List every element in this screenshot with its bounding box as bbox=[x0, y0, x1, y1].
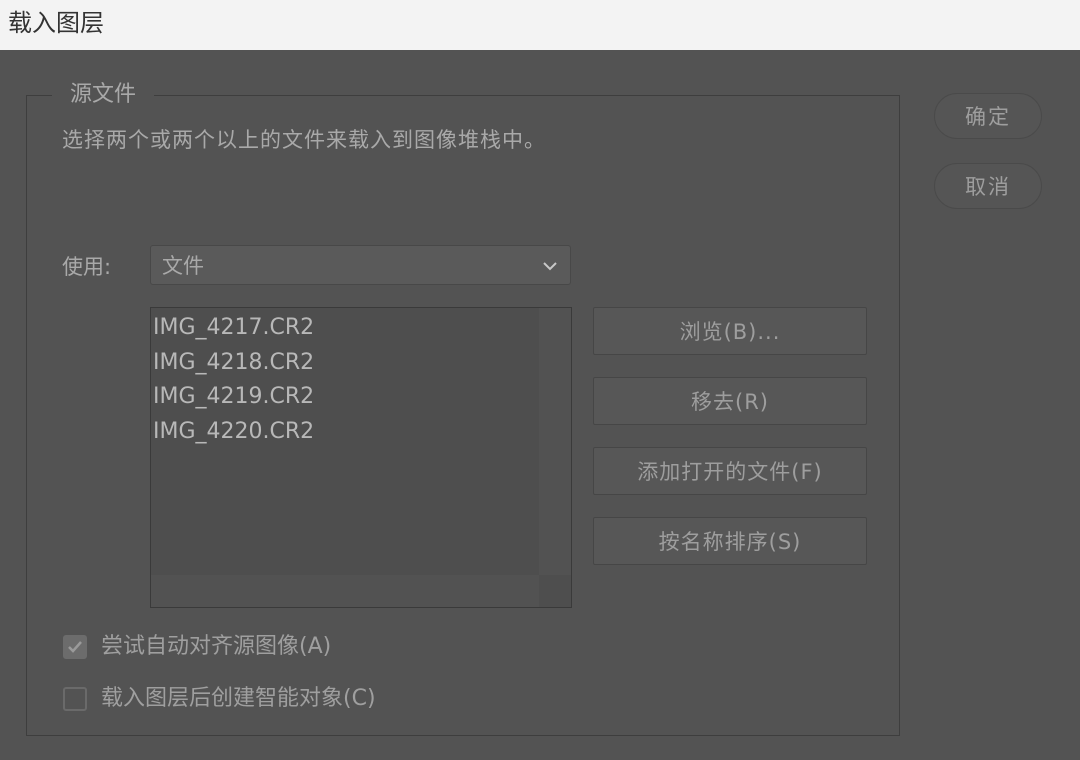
auto-align-label[interactable]: 尝试自动对齐源图像(A) bbox=[101, 632, 331, 662]
checkmark-icon bbox=[68, 641, 82, 653]
chevron-down-icon bbox=[543, 262, 557, 271]
browse-button[interactable]: 浏览(B)... bbox=[593, 307, 867, 355]
title-bar: 载入图层 bbox=[0, 0, 1080, 50]
window-title: 载入图层 bbox=[8, 9, 104, 37]
smart-object-label[interactable]: 载入图层后创建智能对象(C) bbox=[101, 684, 376, 714]
file-list-item[interactable]: IMG_4218.CR2 bbox=[153, 346, 314, 381]
file-list-item[interactable]: IMG_4217.CR2 bbox=[153, 311, 314, 346]
instructions-text: 选择两个或两个以上的文件来载入到图像堆栈中。 bbox=[62, 128, 546, 152]
sort-by-name-button[interactable]: 按名称排序(S) bbox=[593, 517, 867, 565]
use-dropdown-value: 文件 bbox=[162, 254, 204, 278]
file-list-item[interactable]: IMG_4219.CR2 bbox=[153, 380, 314, 415]
vertical-scrollbar[interactable] bbox=[539, 308, 571, 576]
auto-align-checkbox[interactable] bbox=[63, 635, 87, 659]
file-list-item[interactable]: IMG_4220.CR2 bbox=[153, 415, 314, 450]
ok-button[interactable]: 确定 bbox=[934, 93, 1042, 139]
use-label: 使用: bbox=[62, 255, 112, 279]
use-dropdown[interactable]: 文件 bbox=[150, 245, 571, 285]
source-files-legend: 源文件 bbox=[52, 80, 155, 110]
cancel-button[interactable]: 取消 bbox=[934, 163, 1042, 209]
add-open-files-button[interactable]: 添加打开的文件(F) bbox=[593, 447, 867, 495]
remove-button[interactable]: 移去(R) bbox=[593, 377, 867, 425]
horizontal-scrollbar[interactable] bbox=[151, 575, 539, 607]
scrollbar-corner bbox=[539, 575, 571, 607]
file-list[interactable]: IMG_4217.CR2 IMG_4218.CR2 IMG_4219.CR2 I… bbox=[150, 307, 572, 608]
smart-object-checkbox[interactable] bbox=[63, 687, 87, 711]
